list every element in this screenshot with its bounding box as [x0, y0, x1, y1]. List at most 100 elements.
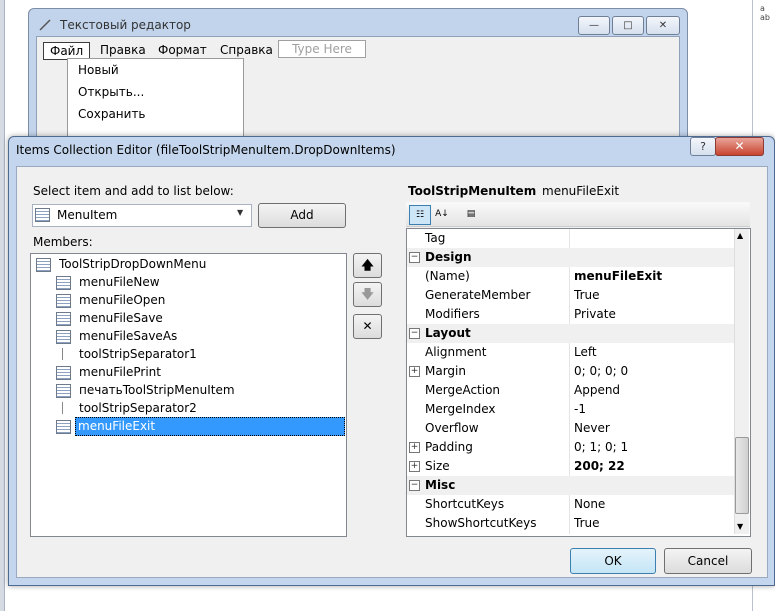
menuitem-icon — [56, 384, 71, 398]
cancel-button[interactable]: Cancel — [664, 548, 752, 574]
property-name: MergeIndex — [425, 402, 496, 416]
add-button[interactable]: Add — [258, 203, 346, 228]
categorized-icon[interactable]: ☷ — [409, 205, 431, 225]
list-item[interactable]: menuFileSaveAs — [79, 328, 177, 345]
list-item[interactable]: menuFileNew — [79, 274, 160, 291]
property-object-type: ToolStripMenuItem — [408, 184, 537, 198]
category-design: Design — [425, 250, 472, 264]
menu-help[interactable]: Справка — [214, 42, 279, 58]
form-close-button[interactable]: ✕ — [646, 16, 680, 35]
property-value[interactable]: 0; 1; 0; 1 — [574, 440, 628, 454]
property-name: Modifiers — [425, 307, 480, 321]
property-value[interactable]: Never — [574, 421, 610, 435]
scroll-up-icon[interactable]: ▲ — [737, 231, 743, 240]
maximize-button[interactable]: □ — [612, 16, 644, 35]
select-item-label: Select item and add to list below: — [33, 184, 234, 198]
menuitem-icon — [56, 312, 71, 326]
dropdown-item-new[interactable]: Новый — [78, 63, 119, 77]
members-label: Members: — [33, 235, 93, 249]
arrow-up-icon: 🡅 — [361, 258, 374, 272]
property-pages-icon[interactable]: ▤ — [461, 205, 481, 223]
property-name: ShortcutKeys — [425, 497, 505, 511]
property-value[interactable]: Left — [574, 345, 597, 359]
category-layout: Layout — [425, 326, 471, 340]
collapse-icon[interactable]: − — [409, 252, 420, 263]
property-value[interactable]: Append — [574, 383, 620, 397]
list-item-root[interactable]: ToolStripDropDownMenu — [59, 256, 206, 273]
dropdown-item-open[interactable]: Открыть... — [78, 85, 144, 99]
property-value[interactable]: 200; 22 — [574, 459, 625, 473]
category-row — [407, 476, 734, 495]
help-button[interactable]: ? — [690, 137, 716, 156]
list-item[interactable]: menuFileOpen — [79, 292, 165, 309]
property-toolbar — [406, 202, 750, 227]
property-value[interactable]: menuFileExit — [574, 269, 662, 283]
property-value[interactable]: -1 — [574, 402, 586, 416]
property-name: Tag — [425, 231, 446, 245]
alphabetical-icon[interactable]: A↓ — [432, 205, 452, 223]
dialog-title: Items Collection Editor (fileToolStripMe… — [16, 143, 396, 157]
property-name: Alignment — [425, 345, 487, 359]
scroll-down-icon[interactable]: ▼ — [737, 522, 743, 531]
property-value[interactable]: True — [574, 516, 600, 530]
menuitem-icon — [56, 294, 71, 308]
chevron-down-icon[interactable]: ▼ — [237, 208, 243, 217]
move-up-button[interactable]: 🡅 — [353, 253, 382, 278]
ok-button[interactable]: OK — [570, 548, 656, 574]
property-name: GenerateMember — [425, 288, 531, 302]
property-name: MergeAction — [425, 383, 501, 397]
expand-icon[interactable]: + — [409, 442, 420, 453]
type-here-box[interactable]: Type Here — [278, 40, 366, 58]
separator-icon — [62, 402, 63, 414]
menuitem-icon — [56, 366, 71, 380]
expand-icon[interactable]: + — [409, 366, 420, 377]
property-name: Margin — [425, 364, 466, 378]
list-item[interactable]: menuFileSave — [79, 310, 163, 327]
help-icon: ? — [700, 140, 706, 153]
minimize-button[interactable]: — — [578, 16, 610, 35]
background-window-frame — [0, 0, 5, 611]
arrow-down-icon: 🡇 — [361, 287, 374, 301]
move-down-button[interactable]: 🡇 — [353, 282, 382, 307]
menuitem-icon — [56, 330, 71, 344]
property-name: Padding — [425, 440, 473, 454]
property-value[interactable]: 0; 0; 0; 0 — [574, 364, 628, 378]
collapse-icon[interactable]: − — [409, 328, 420, 339]
dialog-close-button[interactable]: ✕ — [715, 137, 764, 156]
pen-icon — [39, 19, 51, 31]
delete-button[interactable]: ✕ — [353, 314, 382, 339]
category-misc: Misc — [425, 478, 456, 492]
dropdown-item-save[interactable]: Сохранить — [78, 107, 146, 121]
list-item[interactable]: печатьToolStripMenuItem — [79, 382, 235, 399]
property-name: Overflow — [425, 421, 479, 435]
list-item[interactable]: toolStripSeparator2 — [79, 400, 197, 417]
list-item[interactable]: menuFilePrint — [79, 364, 161, 381]
form-window-title: Текстовый редактор — [60, 18, 191, 32]
maximize-icon: □ — [623, 20, 633, 31]
toolstrip-icon — [36, 258, 51, 272]
expand-icon[interactable]: + — [409, 461, 420, 472]
property-value[interactable]: True — [574, 288, 600, 302]
collapse-icon[interactable]: − — [409, 480, 420, 491]
close-icon: ✕ — [658, 20, 668, 31]
background-right-text: a ab — [760, 4, 770, 22]
scrollbar-thumb[interactable] — [735, 437, 749, 514]
minimize-icon: — — [589, 20, 599, 31]
menuitem-icon — [56, 420, 71, 434]
property-name: ShowShortcutKeys — [425, 516, 537, 530]
delete-icon: ✕ — [362, 319, 373, 333]
menuitem-icon — [56, 276, 71, 290]
list-item-selected[interactable]: menuFileExit — [75, 417, 345, 436]
property-value[interactable]: None — [574, 497, 605, 511]
menuitem-icon — [35, 208, 50, 222]
property-object-name: menuFileExit — [542, 184, 620, 198]
separator-icon — [62, 348, 63, 360]
menu-edit[interactable]: Правка — [94, 42, 152, 58]
property-name: Size — [425, 459, 450, 473]
menu-format[interactable]: Формат — [152, 42, 213, 58]
combo-value: MenuItem — [57, 208, 118, 222]
close-icon: ✕ — [734, 139, 745, 153]
property-value[interactable]: Private — [574, 307, 616, 321]
property-name: (Name) — [425, 269, 470, 283]
list-item[interactable]: toolStripSeparator1 — [79, 346, 197, 363]
